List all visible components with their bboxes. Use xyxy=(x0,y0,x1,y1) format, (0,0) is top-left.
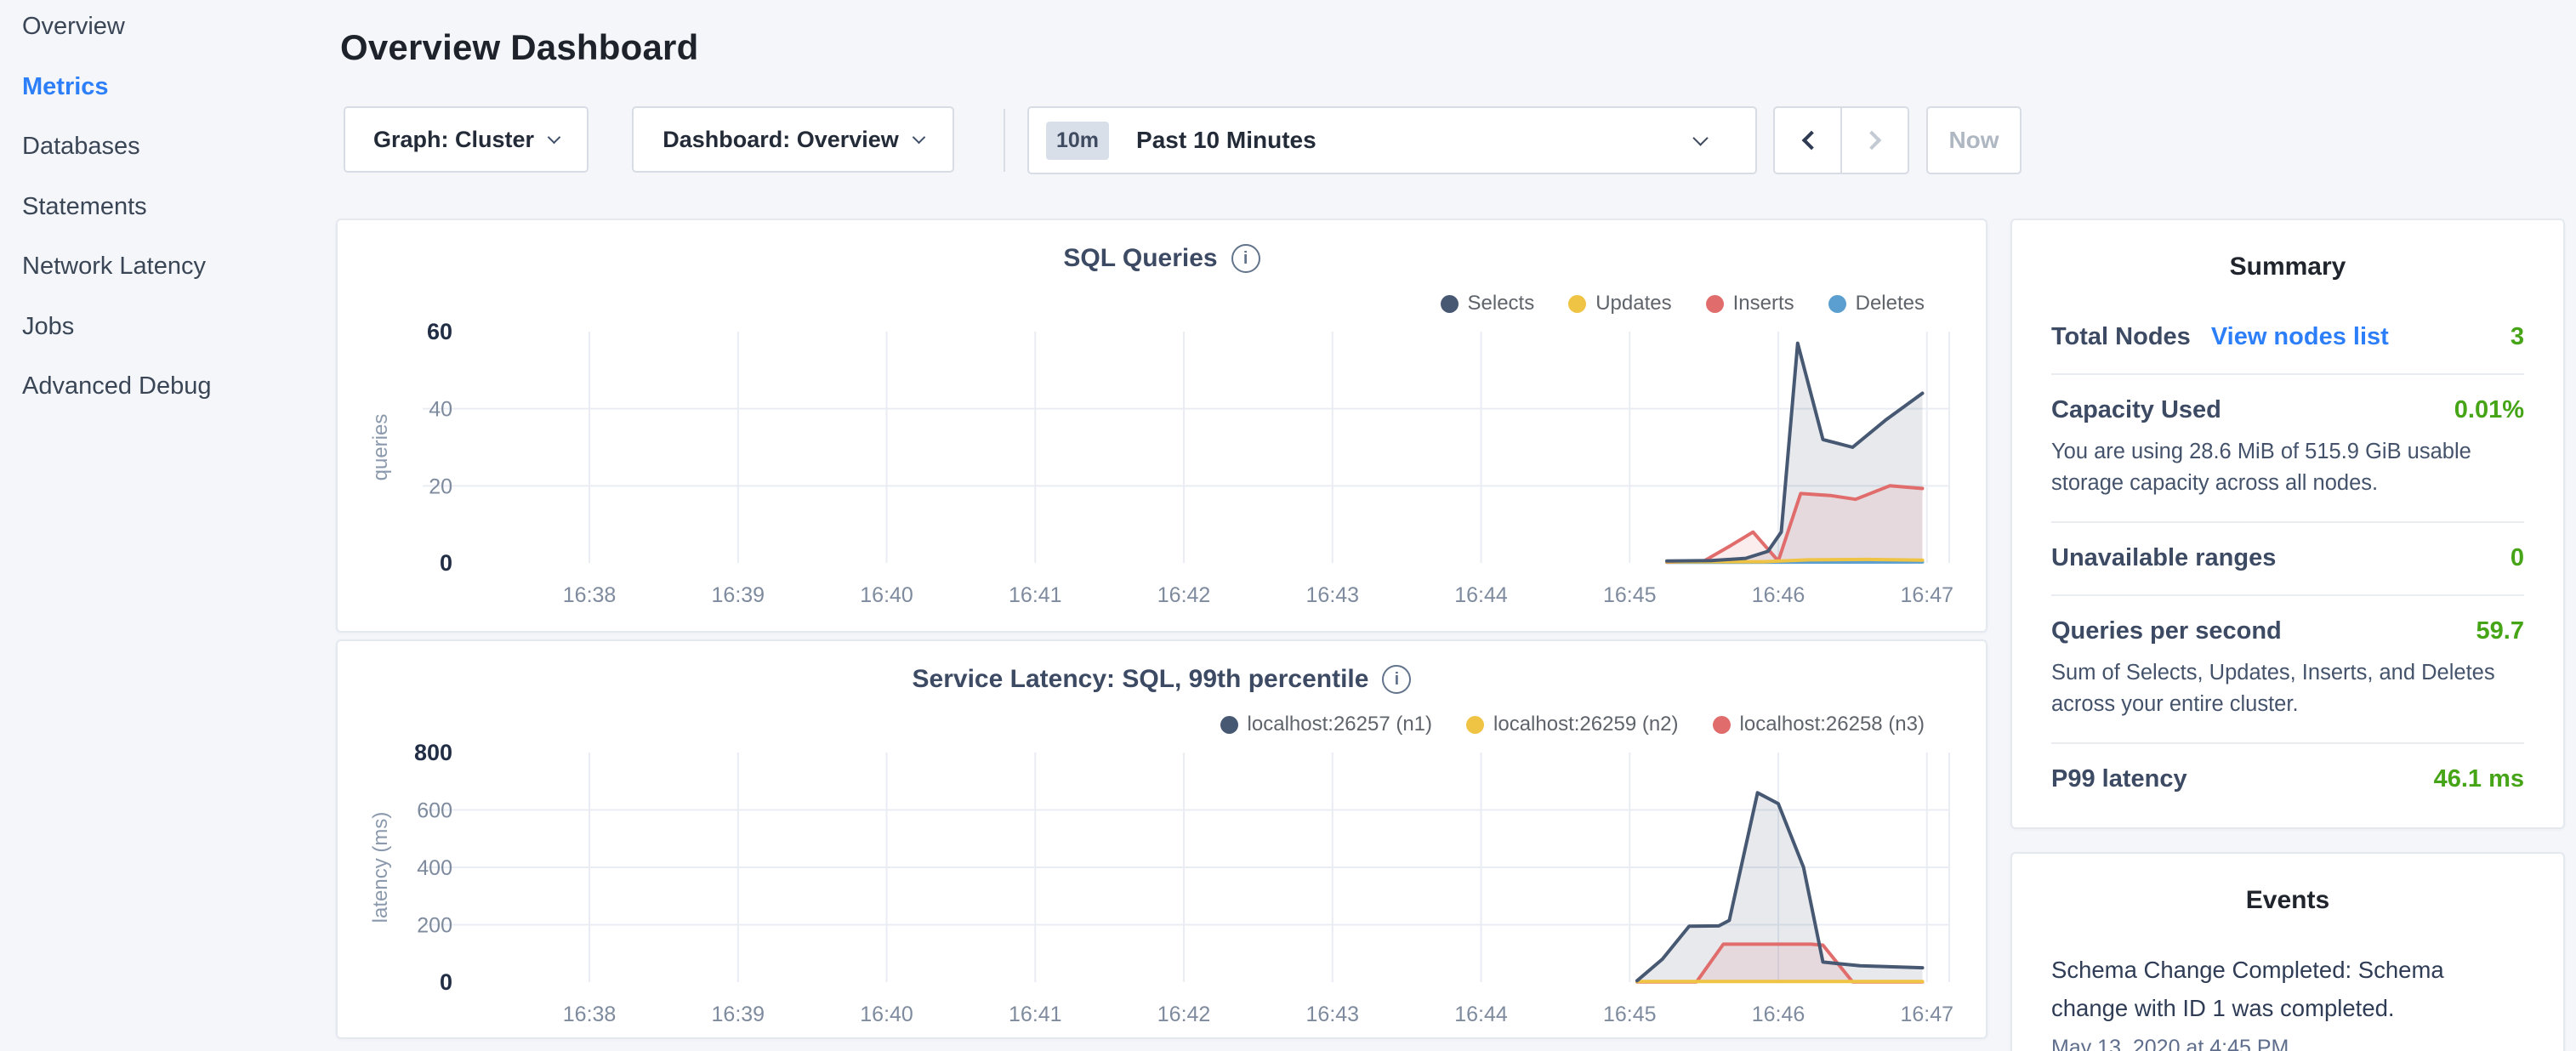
summary-row-unavailable-ranges: Unavailable ranges 0 xyxy=(2051,521,2524,594)
svg-text:16:44: 16:44 xyxy=(1454,583,1508,607)
svg-text:16:44: 16:44 xyxy=(1454,1003,1508,1026)
svg-text:20: 20 xyxy=(429,474,452,498)
service-latency-chart-card: Service Latency: SQL, 99th percentile i … xyxy=(336,639,1987,1039)
svg-text:queries: queries xyxy=(369,414,392,481)
summary-value: 46.1 ms xyxy=(2434,765,2524,793)
sql-queries-chart-card: SQL Queries i Selects Updates Inserts De… xyxy=(336,219,1987,633)
graph-scope-dropdown[interactable]: Graph: Cluster xyxy=(344,106,589,173)
time-prev-button[interactable] xyxy=(1775,108,1840,173)
svg-text:16:43: 16:43 xyxy=(1306,1003,1360,1026)
svg-text:16:45: 16:45 xyxy=(1603,583,1657,607)
service-latency-plot[interactable]: 16:38 16:39 16:40 16:41 16:42 16:43 16:44 16:45… xyxy=(338,641,1986,1037)
svg-text:16:39: 16:39 xyxy=(712,1003,765,1026)
view-nodes-list-link[interactable]: View nodes list xyxy=(2211,323,2389,351)
svg-text:16:40: 16:40 xyxy=(860,583,913,607)
summary-rows: Total Nodes View nodes list 3 Capacity U… xyxy=(2051,302,2524,815)
sidebar-item-databases[interactable]: Databases xyxy=(22,128,311,164)
summary-description: You are using 28.6 MiB of 515.9 GiB usab… xyxy=(2051,436,2524,499)
svg-text:16:42: 16:42 xyxy=(1157,1003,1211,1026)
time-range-badge: 10m xyxy=(1046,122,1109,160)
svg-text:40: 40 xyxy=(429,398,452,422)
summary-value: 0 xyxy=(2511,544,2524,572)
svg-text:16:45: 16:45 xyxy=(1603,1003,1657,1026)
sidebar-item-jobs[interactable]: Jobs xyxy=(22,309,311,344)
events-panel: Events Schema Change Completed: Schema c… xyxy=(2010,852,2565,1051)
svg-text:600: 600 xyxy=(417,799,452,823)
now-button[interactable]: Now xyxy=(1926,106,2022,174)
svg-text:200: 200 xyxy=(417,914,452,938)
summary-value: 3 xyxy=(2511,323,2524,351)
svg-text:0: 0 xyxy=(440,969,452,995)
summary-label: P99 latency xyxy=(2051,765,2187,793)
event-timestamp: May 13, 2020 at 4:45 PM xyxy=(2051,1036,2524,1051)
summary-panel: Summary Total Nodes View nodes list 3 Ca… xyxy=(2010,219,2565,829)
svg-text:0: 0 xyxy=(440,550,452,576)
summary-title: Summary xyxy=(2051,253,2524,281)
svg-text:16:43: 16:43 xyxy=(1306,583,1360,607)
sql-queries-plot[interactable]: 16:38 16:39 16:40 16:41 16:42 16:43 16:44 16:45… xyxy=(338,220,1986,631)
svg-text:16:46: 16:46 xyxy=(1752,583,1805,607)
sidebar-item-overview[interactable]: Overview xyxy=(22,9,311,44)
time-range-select[interactable]: 10m Past 10 Minutes xyxy=(1027,106,1757,174)
events-title: Events xyxy=(2051,886,2524,915)
time-range-label: Past 10 Minutes xyxy=(1136,127,1316,154)
sidebar-item-metrics[interactable]: Metrics xyxy=(22,69,311,105)
summary-label: Queries per second xyxy=(2051,617,2282,645)
svg-text:16:41: 16:41 xyxy=(1009,1003,1062,1026)
svg-text:16:41: 16:41 xyxy=(1009,583,1062,607)
summary-description: Sum of Selects, Updates, Inserts, and De… xyxy=(2051,657,2524,720)
page-title: Overview Dashboard xyxy=(340,26,698,70)
svg-text:16:47: 16:47 xyxy=(1901,583,1954,607)
summary-value: 0.01% xyxy=(2454,396,2524,424)
svg-text:800: 800 xyxy=(414,740,452,765)
controls-divider xyxy=(1004,109,1005,172)
time-pager xyxy=(1773,106,1909,174)
svg-text:16:40: 16:40 xyxy=(860,1003,913,1026)
svg-text:60: 60 xyxy=(427,319,452,344)
svg-text:16:46: 16:46 xyxy=(1752,1003,1805,1026)
svg-text:16:47: 16:47 xyxy=(1901,1003,1954,1026)
dashboard-label: Dashboard: Overview xyxy=(662,127,899,153)
summary-value: 59.7 xyxy=(2476,617,2524,645)
chevron-left-icon xyxy=(1801,131,1821,151)
svg-text:16:42: 16:42 xyxy=(1157,583,1211,607)
svg-text:16:38: 16:38 xyxy=(563,583,617,607)
svg-text:16:38: 16:38 xyxy=(563,1003,617,1026)
event-message[interactable]: Schema Change Completed: Schema change w… xyxy=(2051,951,2524,1027)
sidebar: Overview Metrics Databases Statements Ne… xyxy=(22,9,311,404)
sidebar-item-network-latency[interactable]: Network Latency xyxy=(22,248,311,284)
chevron-right-icon xyxy=(1862,131,1881,151)
chevron-down-icon xyxy=(548,130,561,144)
summary-label: Total Nodes xyxy=(2051,323,2191,351)
sidebar-item-advanced-debug[interactable]: Advanced Debug xyxy=(22,368,311,404)
chevron-down-icon xyxy=(913,130,926,144)
summary-label: Unavailable ranges xyxy=(2051,544,2276,572)
admin-console-screen: Overview Metrics Databases Statements Ne… xyxy=(0,0,2576,1051)
svg-text:latency (ms): latency (ms) xyxy=(369,812,392,923)
svg-text:400: 400 xyxy=(417,856,452,880)
summary-row-p99-latency: P99 latency 46.1 ms xyxy=(2051,742,2524,815)
graph-scope-label: Graph: Cluster xyxy=(373,127,534,153)
summary-row-capacity-used: Capacity Used 0.01% You are using 28.6 M… xyxy=(2051,373,2524,521)
dashboard-dropdown[interactable]: Dashboard: Overview xyxy=(632,106,954,173)
summary-row-total-nodes: Total Nodes View nodes list 3 xyxy=(2051,302,2524,373)
chevron-down-icon xyxy=(1692,130,1708,145)
time-next-button[interactable] xyxy=(1840,108,1908,173)
svg-text:16:39: 16:39 xyxy=(712,583,765,607)
summary-row-queries-per-second: Queries per second 59.7 Sum of Selects, … xyxy=(2051,594,2524,742)
summary-label: Capacity Used xyxy=(2051,396,2221,424)
sidebar-item-statements[interactable]: Statements xyxy=(22,189,311,224)
